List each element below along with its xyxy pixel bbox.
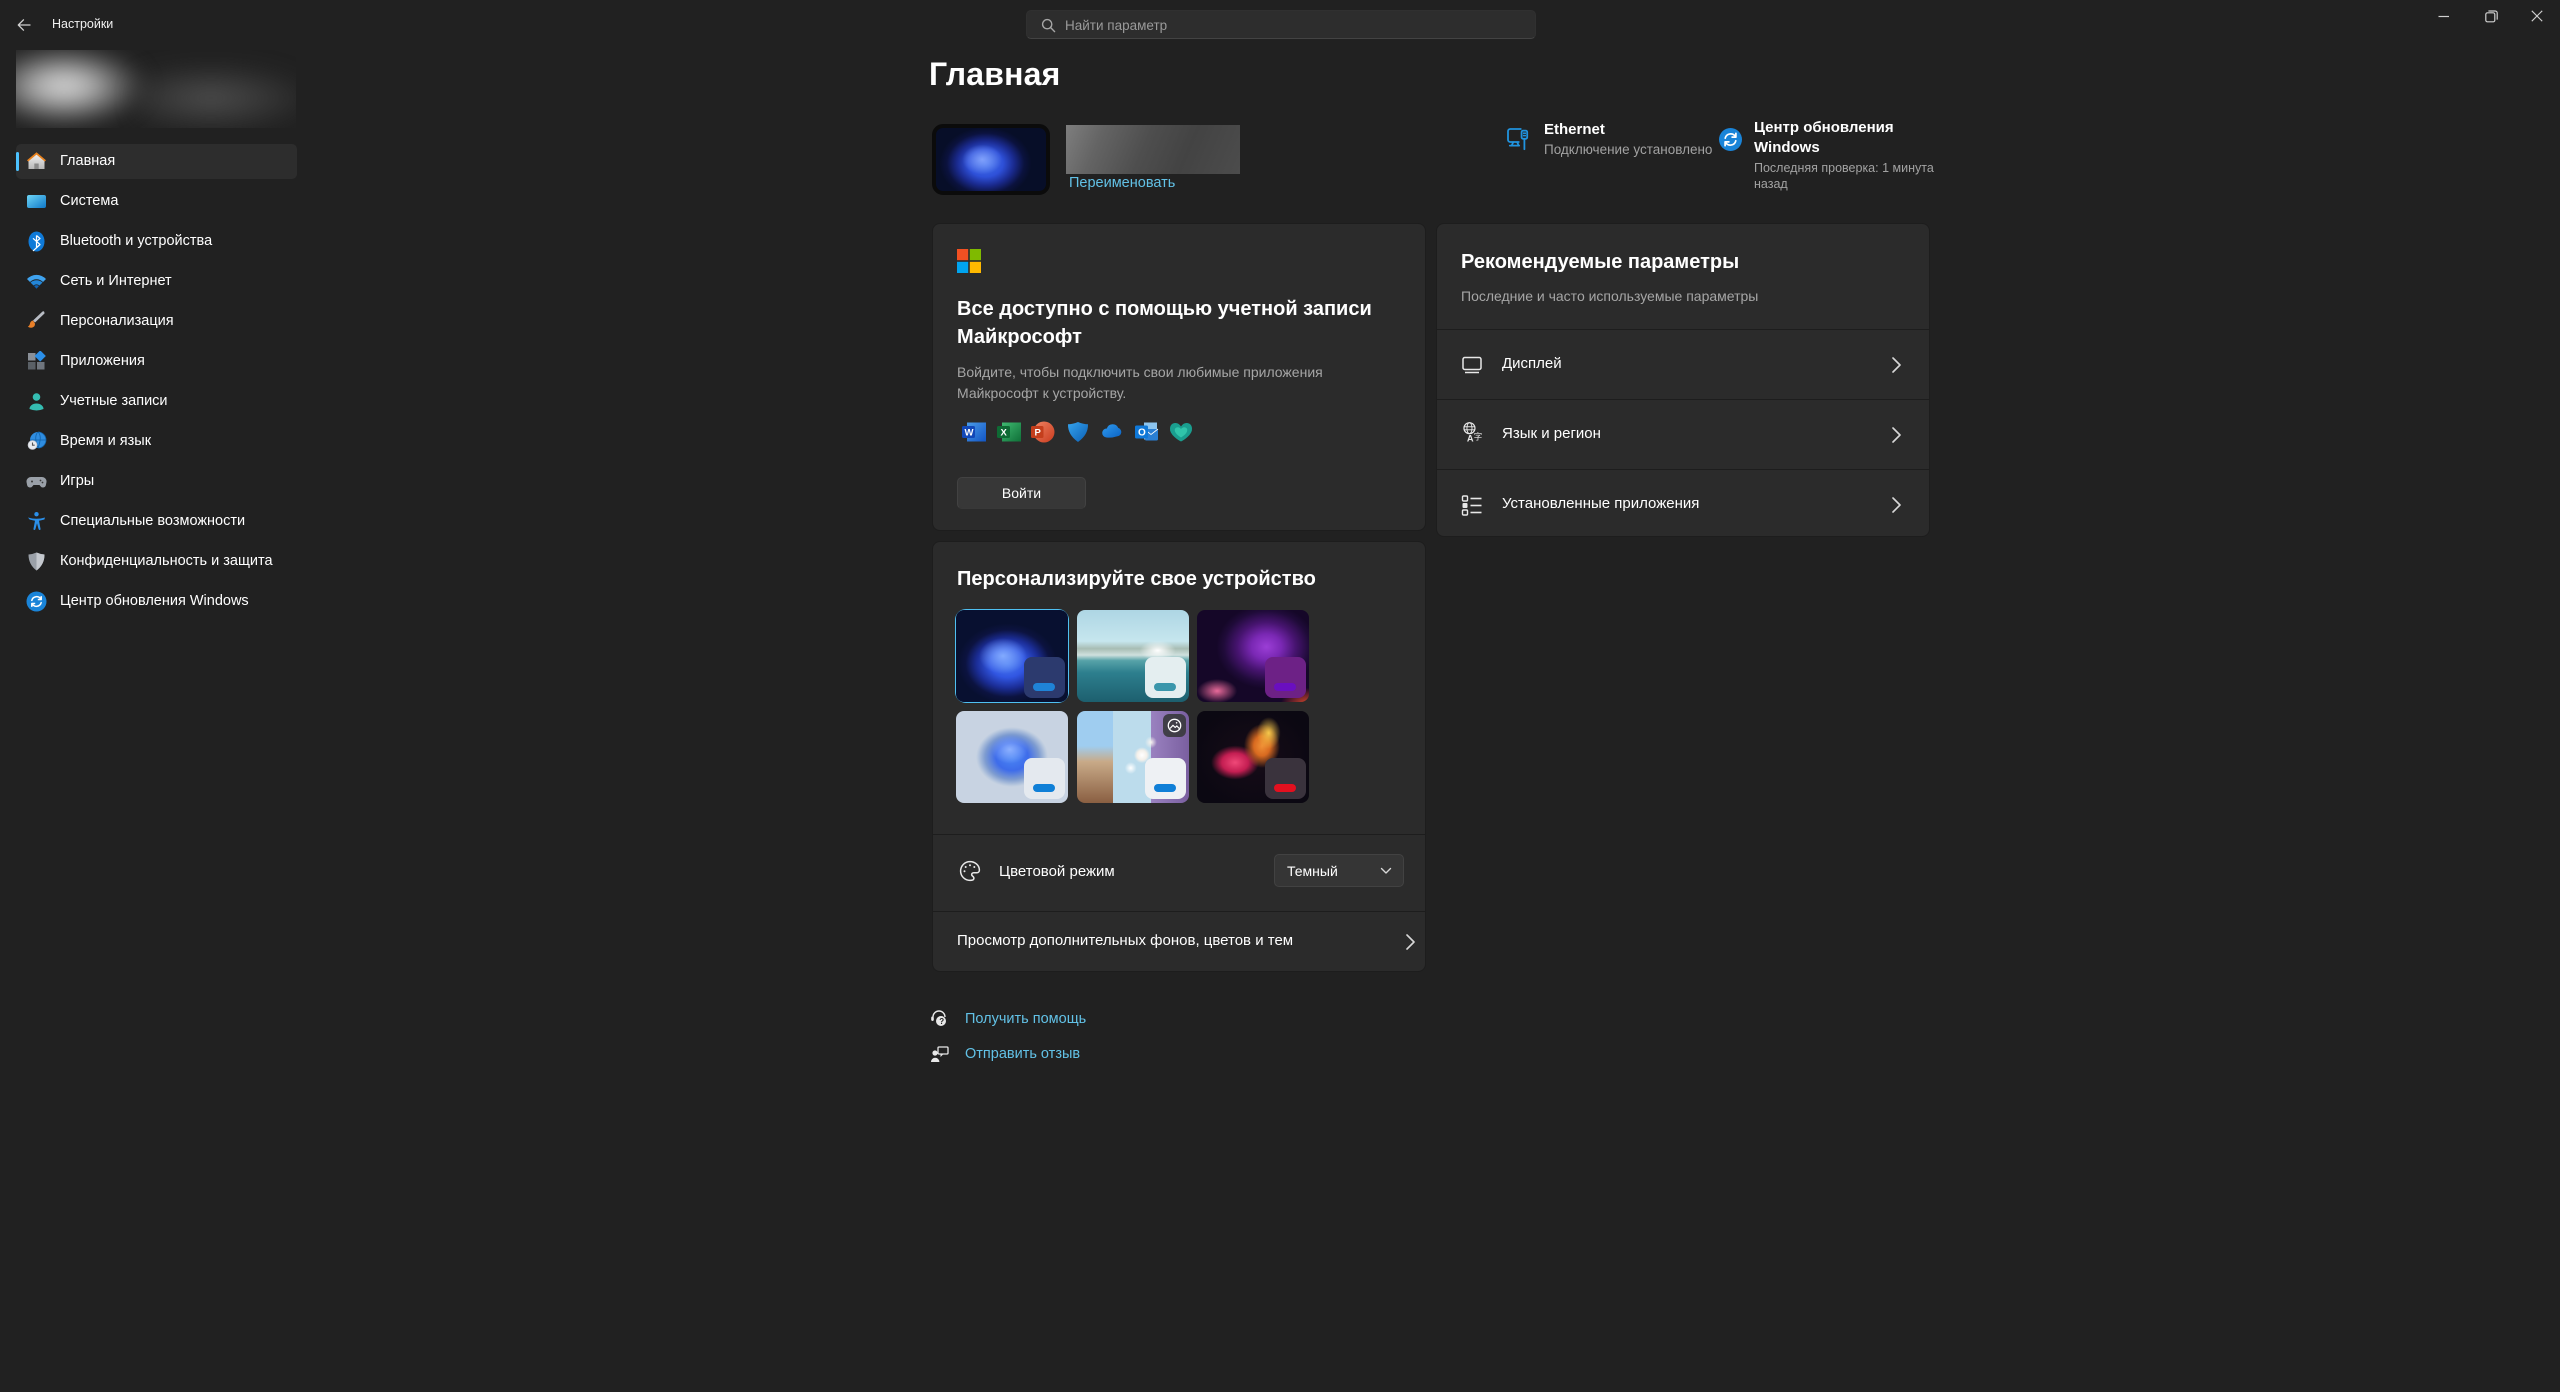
svg-text:?: ? [939,1017,944,1026]
svg-text:O: O [1138,428,1146,439]
svg-text:W: W [965,428,974,439]
svg-text:字: 字 [1474,432,1482,442]
svg-text:P: P [1035,428,1042,439]
svg-text:X: X [1000,428,1007,439]
